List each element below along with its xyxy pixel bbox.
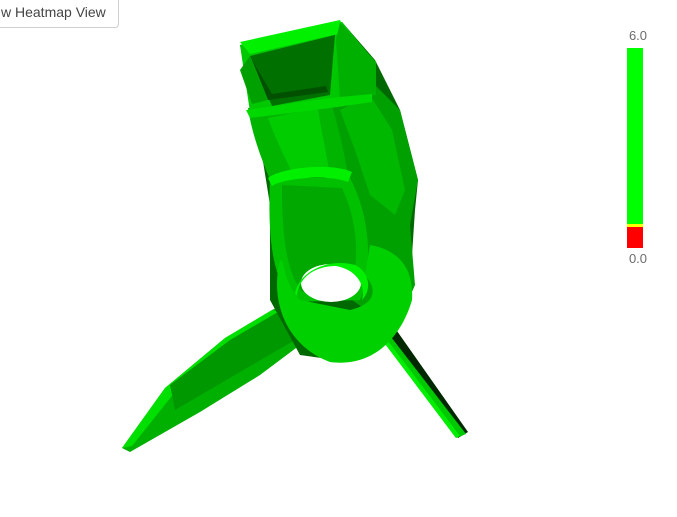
heatmap-view-button[interactable]: w Heatmap View bbox=[0, 0, 119, 28]
nozzle-side bbox=[336, 22, 376, 100]
propeller-mesh-model[interactable] bbox=[0, 0, 677, 517]
legend-low-segment bbox=[627, 227, 643, 248]
3d-viewport[interactable]: w Heatmap View 6.0 0.0 bbox=[0, 0, 677, 517]
legend-color-bar bbox=[627, 48, 643, 248]
legend-max-label: 6.0 bbox=[628, 28, 648, 43]
legend-high-segment bbox=[627, 48, 643, 224]
color-scale-legend: 6.0 0.0 bbox=[618, 28, 658, 268]
legend-min-label: 0.0 bbox=[628, 251, 648, 266]
